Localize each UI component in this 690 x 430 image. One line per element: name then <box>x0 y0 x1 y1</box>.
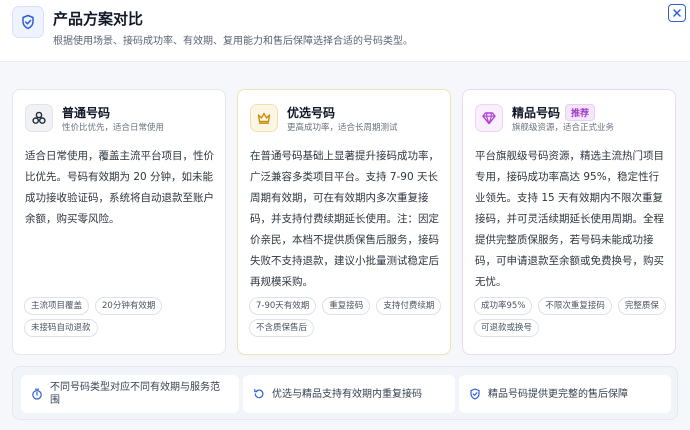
main-content: 普通号码 性价比优先，适合日常使用 适合日常使用，覆盖主流平台项目，性价比优先。… <box>0 62 690 430</box>
shield-check-icon <box>12 6 44 38</box>
timer-icon <box>31 388 43 400</box>
footer-note: 优选与精品支持有效期内重复接码 <box>243 375 455 413</box>
feature-tag: 重复接码 <box>322 297 371 315</box>
page-title: 产品方案对比 <box>53 10 144 28</box>
feature-tag: 完整质保 <box>617 297 666 315</box>
refresh-icon <box>253 388 265 400</box>
feature-tag: 20分钟有效期 <box>95 297 163 315</box>
plan-card-standard[interactable]: 普通号码 性价比优先，适合日常使用 适合日常使用，覆盖主流平台项目，性价比优先。… <box>12 89 226 355</box>
footer-note-text: 不同号码类型对应不同有效期与服务范围 <box>50 382 220 406</box>
feature-tag: 支持付费续期 <box>376 297 442 315</box>
feature-tag: 7-90天有效期 <box>249 297 317 315</box>
crown-icon <box>250 104 278 132</box>
shield-check-icon <box>469 388 481 400</box>
feature-tag: 可退款或换号 <box>474 319 540 337</box>
plan-card-premium[interactable]: 精品号码 推荐 旗舰级资源，适合正式业务 平台旗舰级号码资源，精选主流热门项目专… <box>462 89 676 355</box>
card-title: 普通号码 <box>62 106 111 120</box>
close-icon <box>673 9 681 17</box>
feature-tag: 成功率95% <box>474 297 533 315</box>
card-subtitle: 旗舰级资源，适合正式业务 <box>512 123 615 133</box>
footer-note-text: 精品号码提供更完整的售后保障 <box>488 388 628 400</box>
card-tags: 主流项目覆盖 20分钟有效期 未接码自动退款 <box>24 297 220 337</box>
feature-tag: 不限次重复接码 <box>538 297 612 315</box>
recommended-badge: 推荐 <box>565 104 596 121</box>
card-description: 适合日常使用，覆盖主流平台项目，性价比优先。号码有效期为 20 分钟，如未能成功… <box>25 150 214 225</box>
page-subtitle: 根据使用场景、接码成功率、有效期、复用能力和售后保障选择合适的号码类型。 <box>53 36 413 47</box>
feature-tag: 主流项目覆盖 <box>24 297 90 315</box>
footer-note: 精品号码提供更完整的售后保障 <box>459 375 671 413</box>
card-description: 平台旗舰级号码资源，精选主流热门项目专用，接码成功率高达 95%，稳定性行业领先… <box>475 150 664 288</box>
feature-tag: 未接码自动退款 <box>24 319 98 337</box>
footer-note: 不同号码类型对应不同有效期与服务范围 <box>21 375 239 413</box>
footer-notes: 不同号码类型对应不同有效期与服务范围 优选与精品支持有效期内重复接码 精品号码提… <box>12 366 678 420</box>
footer-note-text: 优选与精品支持有效期内重复接码 <box>272 388 422 400</box>
card-subtitle: 性价比优先，适合日常使用 <box>62 123 165 133</box>
card-title: 优选号码 <box>287 106 336 120</box>
cluster-icon <box>25 104 53 132</box>
card-description: 在普通号码基础上显著提升接码成功率，广泛兼容多类项目平台。支持 7-90 天长周… <box>250 150 439 288</box>
diamond-icon <box>475 104 503 132</box>
card-tags: 成功率95% 不限次重复接码 完整质保 可退款或换号 <box>474 297 670 337</box>
close-button[interactable] <box>668 4 686 22</box>
feature-tag: 不含质保售后 <box>249 319 315 337</box>
card-title: 精品号码 <box>512 106 561 120</box>
card-subtitle: 更高成功率，适合长周期测试 <box>287 123 398 133</box>
plan-card-preferred[interactable]: 优选号码 更高成功率，适合长周期测试 在普通号码基础上显著提升接码成功率，广泛兼… <box>237 89 451 355</box>
card-tags: 7-90天有效期 重复接码 支持付费续期 不含质保售后 <box>249 297 445 337</box>
header: 产品方案对比 根据使用场景、接码成功率、有效期、复用能力和售后保障选择合适的号码… <box>0 0 690 62</box>
